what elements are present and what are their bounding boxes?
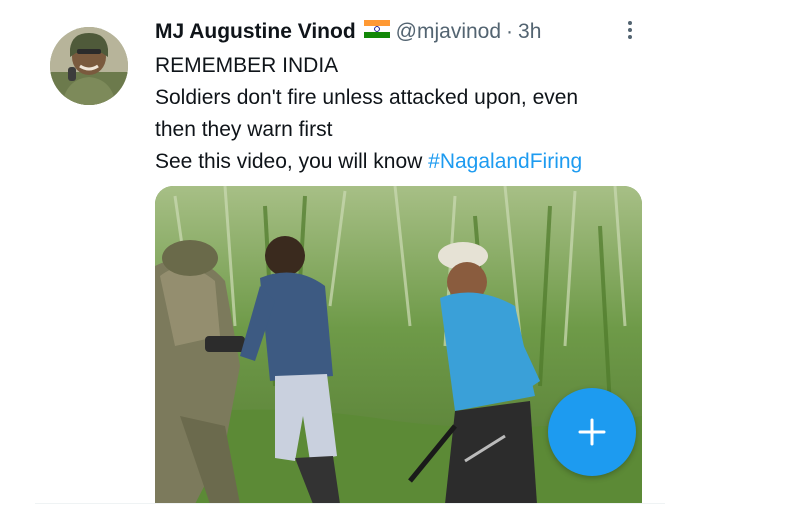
tweet-line: then they warn first: [155, 118, 333, 141]
display-name[interactable]: MJ Augustine Vinod: [155, 20, 356, 44]
separator-dot: ·: [506, 20, 514, 43]
india-flag-icon: [363, 20, 390, 44]
hashtag-link[interactable]: #NagalandFiring: [428, 150, 582, 173]
compose-fab-button[interactable]: [548, 388, 636, 476]
tweet-header: MJ Augustine Vinod @mjavinod · 3h: [155, 17, 541, 47]
tweet-line: REMEMBER INDIA: [155, 54, 339, 77]
tweet-line-text: See this video, you will know: [155, 150, 429, 173]
avatar[interactable]: [50, 27, 128, 105]
avatar-image: [50, 27, 128, 105]
tweet-card[interactable]: MJ Augustine Vinod @mjavinod · 3h REMEMB…: [0, 0, 785, 523]
tweet-line: Soldiers don't fire unless attacked upon…: [155, 86, 579, 109]
plus-icon: [578, 418, 606, 446]
tweet-line: See this video, you will know #NagalandF…: [155, 146, 655, 178]
tweet-text: REMEMBER INDIA Soldiers don't fire unles…: [155, 50, 655, 178]
user-handle[interactable]: @mjavinod: [396, 20, 501, 44]
vertical-ellipsis-icon[interactable]: [620, 18, 640, 42]
timestamp[interactable]: 3h: [518, 20, 541, 44]
divider: [35, 503, 665, 504]
